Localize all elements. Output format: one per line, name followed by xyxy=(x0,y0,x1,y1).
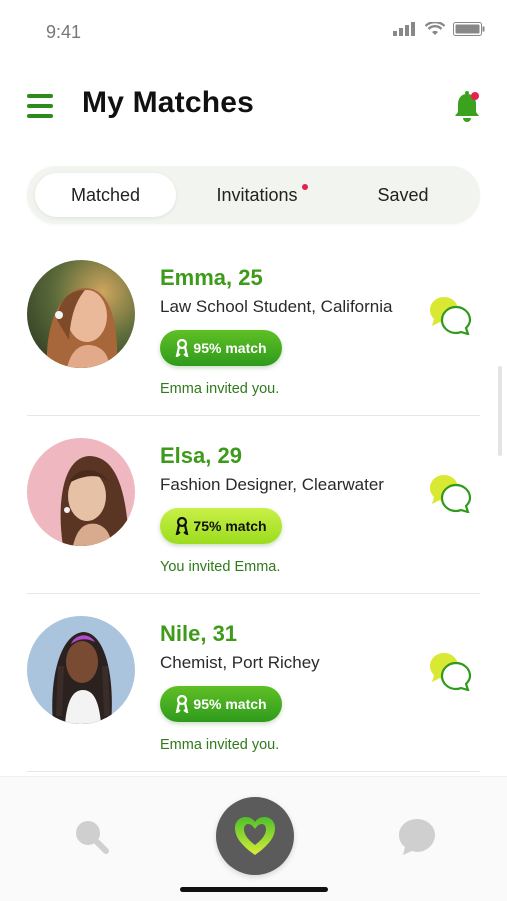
chat-button[interactable] xyxy=(428,651,472,692)
ribbon-icon xyxy=(176,339,189,357)
heart-icon xyxy=(235,817,275,855)
invite-note: Emma invited you. xyxy=(160,737,280,753)
match-card[interactable]: Emma, 25 Law School Student, California … xyxy=(27,240,480,416)
signal-icon xyxy=(393,22,415,36)
match-badge: 75% match xyxy=(160,508,282,544)
invitations-dot xyxy=(302,184,308,190)
tab-matched[interactable]: Matched xyxy=(35,173,176,217)
chat-bubbles-icon xyxy=(430,653,472,692)
avatar[interactable] xyxy=(27,260,135,368)
search-icon xyxy=(76,821,109,854)
status-icons xyxy=(393,22,485,36)
divider xyxy=(27,415,480,416)
match-role: Fashion Designer, Clearwater xyxy=(160,475,384,494)
messages-tab[interactable] xyxy=(397,817,437,857)
match-badge: 95% match xyxy=(160,330,282,366)
chat-icon xyxy=(399,819,435,855)
hamburger-line xyxy=(27,114,53,118)
avatar[interactable] xyxy=(27,616,135,724)
match-percent: 75% match xyxy=(193,518,267,534)
page-title: My Matches xyxy=(82,86,255,119)
match-role: Law School Student, California xyxy=(160,297,393,316)
chat-bubbles-icon xyxy=(430,475,472,514)
app-header: My Matches xyxy=(0,80,507,134)
avatar[interactable] xyxy=(27,438,135,546)
notification-dot xyxy=(471,92,479,100)
tab-saved-label: Saved xyxy=(377,185,429,205)
hamburger-line xyxy=(27,104,53,108)
match-tabs: Matched Invitations Saved xyxy=(27,166,480,224)
ribbon-icon xyxy=(176,517,189,535)
status-time: 9:41 xyxy=(46,22,82,42)
bottom-tab-bar xyxy=(0,776,507,901)
hamburger-icon xyxy=(27,94,53,98)
match-percent: 95% match xyxy=(193,340,267,356)
avatar-photo xyxy=(27,260,135,368)
match-percent: 95% match xyxy=(193,696,267,712)
divider xyxy=(27,771,480,772)
bell-icon xyxy=(455,91,479,122)
avatar-photo xyxy=(27,616,135,724)
avatar-photo xyxy=(27,438,135,546)
chat-bubbles-icon xyxy=(430,297,472,336)
matches-tab[interactable] xyxy=(216,797,294,875)
search-tab[interactable] xyxy=(72,817,112,857)
chat-button[interactable] xyxy=(428,473,472,514)
ribbon-icon xyxy=(176,695,189,713)
invite-note: Emma invited you. xyxy=(160,381,280,397)
battery-icon xyxy=(453,22,485,36)
tab-matched-label: Matched xyxy=(70,185,141,205)
status-bar: 9:41 xyxy=(0,0,507,60)
tab-invitations-label: Invitations xyxy=(216,185,298,205)
chat-button[interactable] xyxy=(428,295,472,336)
wifi-icon xyxy=(425,22,445,35)
notifications-button[interactable] xyxy=(454,90,480,124)
match-badge: 95% match xyxy=(160,686,282,722)
match-card[interactable]: Nile, 31 Chemist, Port Richey 95% match … xyxy=(27,596,480,772)
match-name: Nile, 31 xyxy=(160,621,238,646)
home-indicator xyxy=(180,887,328,892)
invite-note: You invited Emma. xyxy=(160,559,281,575)
match-card[interactable]: Elsa, 29 Fashion Designer, Clearwater 75… xyxy=(27,418,480,594)
match-name: Emma, 25 xyxy=(160,265,263,290)
tab-invitations[interactable]: Invitations xyxy=(189,173,325,217)
scrollbar[interactable] xyxy=(498,366,502,456)
match-name: Elsa, 29 xyxy=(160,443,242,468)
tab-saved[interactable]: Saved xyxy=(333,173,473,217)
divider xyxy=(27,593,480,594)
match-role: Chemist, Port Richey xyxy=(160,653,320,672)
menu-button[interactable] xyxy=(27,94,53,118)
